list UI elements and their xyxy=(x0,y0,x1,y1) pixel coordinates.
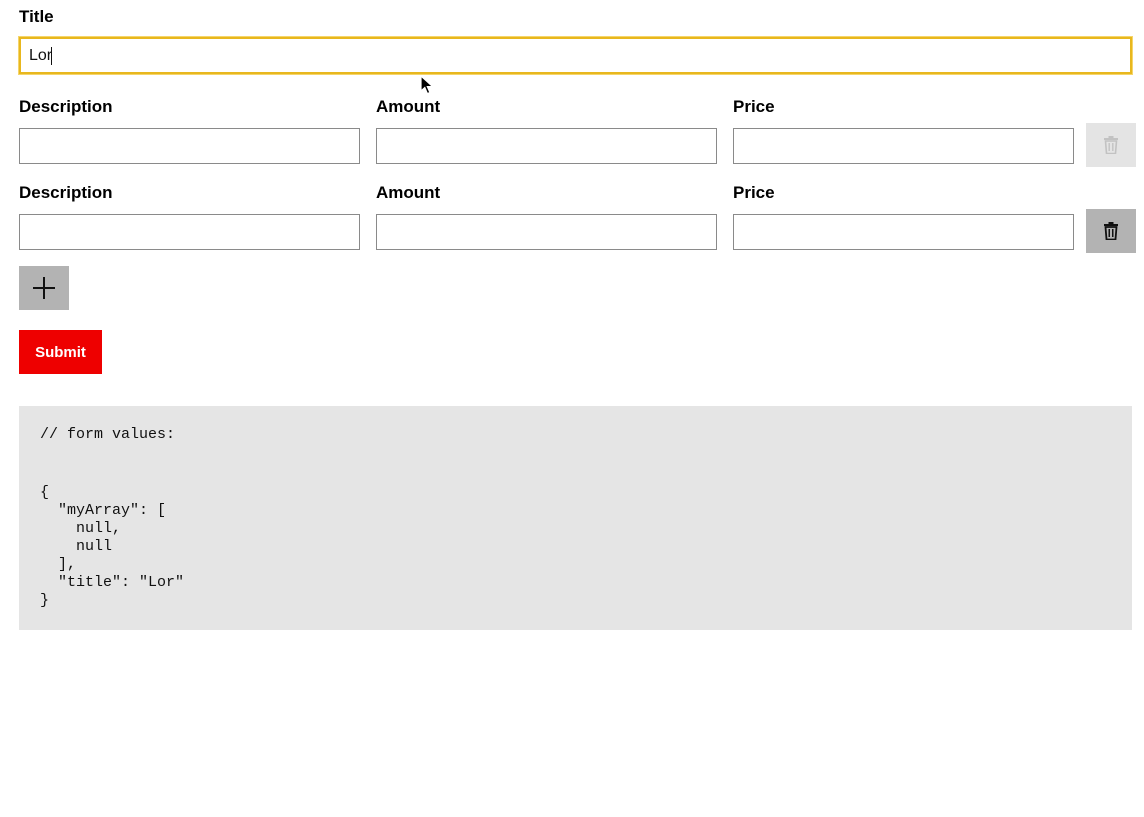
add-row-button[interactable] xyxy=(19,266,69,310)
row-2-amount-input[interactable] xyxy=(376,214,717,250)
row-1-price-label: Price xyxy=(733,97,775,116)
row-1-amount-label: Amount xyxy=(376,97,441,116)
row-1-price-input[interactable] xyxy=(733,128,1074,164)
title-label: Title xyxy=(19,7,54,26)
form-values-panel: // form values: { "myArray": [ null, nul… xyxy=(19,406,1132,630)
row-1-description-input[interactable] xyxy=(19,128,360,164)
row-1-description-label: Description xyxy=(19,97,113,116)
trash-icon xyxy=(1104,136,1118,154)
form-page: Title Description Amount Price Descripti… xyxy=(0,0,1144,817)
form-values-json: { "myArray": [ null, null ], "title": "L… xyxy=(40,484,185,609)
trash-icon xyxy=(1104,222,1118,240)
title-input[interactable] xyxy=(19,37,1132,74)
mouse-pointer-icon xyxy=(420,75,434,95)
row-2-description-input[interactable] xyxy=(19,214,360,250)
row-1-delete-button[interactable] xyxy=(1086,123,1136,167)
row-2-price-input[interactable] xyxy=(733,214,1074,250)
row-2-delete-button[interactable] xyxy=(1086,209,1136,253)
row-2-description-label: Description xyxy=(19,183,113,202)
form-values-comment: // form values: xyxy=(40,426,176,443)
row-2-price-label: Price xyxy=(733,183,775,202)
submit-button[interactable]: Submit xyxy=(19,330,102,374)
row-1-amount-input[interactable] xyxy=(376,128,717,164)
text-caret xyxy=(51,47,52,65)
plus-icon xyxy=(33,277,55,299)
row-2-amount-label: Amount xyxy=(376,183,441,202)
